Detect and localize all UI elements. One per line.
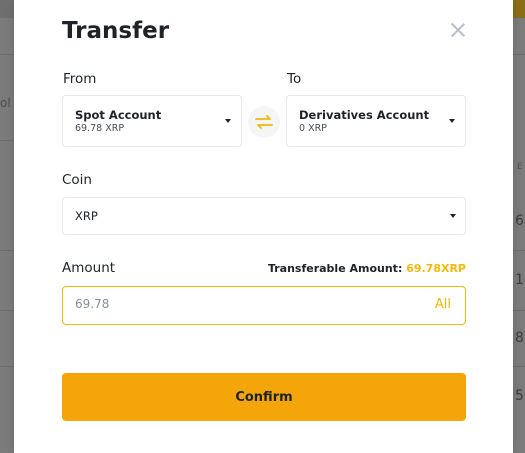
background-divider	[513, 54, 525, 55]
confirm-button[interactable]: Confirm	[62, 373, 466, 421]
amount-label: Amount	[62, 260, 116, 276]
background-divider	[513, 250, 525, 251]
to-account-balance: 0 XRP	[299, 123, 327, 134]
to-label: To	[287, 71, 302, 87]
background-divider	[513, 366, 525, 367]
from-label: From	[63, 71, 97, 87]
swap-button[interactable]	[248, 106, 280, 138]
background-divider	[513, 310, 525, 311]
to-account-select[interactable]: Derivatives Account 0 XRP	[286, 95, 466, 147]
background-cell: 6	[515, 213, 524, 229]
coin-select[interactable]: XRP	[62, 197, 466, 235]
background-text-fragment: ol	[0, 96, 11, 110]
modal-title: Transfer	[62, 18, 170, 44]
swap-arrows-icon	[255, 115, 273, 129]
amount-input[interactable]	[75, 297, 395, 311]
coin-label: Coin	[62, 172, 92, 188]
background-cell: 5	[515, 388, 524, 404]
transferable-amount: Transferable Amount: 69.78XRP	[268, 262, 466, 275]
amount-field[interactable]: All	[62, 286, 466, 325]
to-account-name: Derivatives Account	[299, 108, 430, 122]
background-column-header: E	[517, 162, 523, 172]
close-icon[interactable]	[450, 22, 466, 38]
coin-selected-value: XRP	[75, 209, 98, 223]
caret-down-icon	[449, 119, 455, 123]
background-cell: 8	[515, 330, 524, 346]
all-button[interactable]: All	[435, 297, 451, 312]
transferable-amount-value: 69.78XRP	[406, 262, 466, 275]
from-account-balance: 69.78 XRP	[75, 123, 125, 134]
from-account-select[interactable]: Spot Account 69.78 XRP	[62, 95, 242, 147]
caret-down-icon	[450, 214, 456, 218]
background-cell: 1	[515, 272, 524, 288]
from-account-name: Spot Account	[75, 108, 162, 122]
caret-down-icon	[225, 119, 231, 123]
transfer-modal: Transfer From Spot Account 69.78 XRP To …	[14, 0, 513, 453]
transferable-amount-label: Transferable Amount:	[267, 262, 403, 275]
